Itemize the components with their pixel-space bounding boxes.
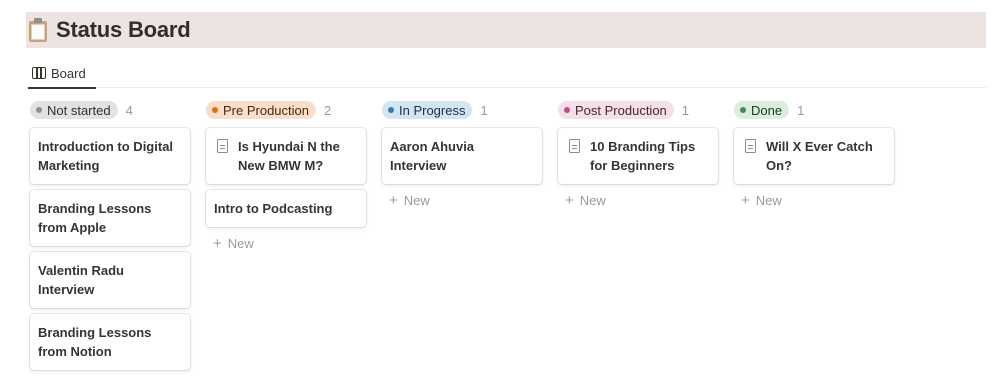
- column-header: Post Production 1: [558, 100, 718, 120]
- add-card-label: New: [579, 192, 606, 208]
- add-card-button[interactable]: + New: [206, 233, 366, 253]
- card-title: Is Hyundai N the New BMW M?: [238, 139, 340, 173]
- column-header: In Progress 1: [382, 100, 542, 120]
- status-dot-icon: [564, 107, 570, 113]
- status-label: In Progress: [399, 102, 466, 118]
- tab-board-label: Board: [51, 65, 86, 81]
- status-badge[interactable]: Done: [734, 101, 790, 119]
- column-count: 4: [125, 102, 133, 118]
- status-badge[interactable]: Post Production: [558, 101, 674, 119]
- page-icon: [745, 139, 756, 153]
- add-card-button[interactable]: + New: [382, 190, 542, 210]
- plus-icon: +: [213, 234, 222, 252]
- status-label: Done: [751, 102, 783, 118]
- plus-icon: +: [565, 191, 574, 209]
- status-badge[interactable]: In Progress: [382, 101, 473, 119]
- board-column: In Progress 1 Aaron Ahuvia Interview + New: [382, 100, 542, 210]
- column-count: 1: [480, 102, 488, 118]
- page-header: Status Board: [26, 12, 986, 48]
- column-count: 2: [324, 102, 332, 118]
- status-dot-icon: [740, 107, 746, 113]
- status-dot-icon: [36, 107, 42, 113]
- page-title[interactable]: Status Board: [56, 17, 191, 43]
- board-card[interactable]: Introduction to Digital Marketing: [30, 128, 190, 184]
- board-column: Done 1 Will X Ever Catch On? + New: [734, 100, 894, 210]
- column-count: 1: [797, 102, 805, 118]
- page-icon: [569, 139, 580, 153]
- card-title: 10 Branding Tips for Beginners: [590, 139, 696, 173]
- board-card[interactable]: 10 Branding Tips for Beginners: [558, 128, 718, 184]
- board-card[interactable]: Aaron Ahuvia Interview: [382, 128, 542, 184]
- card-title: Branding Lessons from Notion: [38, 325, 152, 359]
- card-title: Introduction to Digital Marketing: [38, 139, 174, 173]
- page-icon: [217, 139, 228, 153]
- status-dot-icon: [212, 107, 218, 113]
- status-badge[interactable]: Pre Production: [206, 101, 316, 119]
- status-label: Pre Production: [223, 102, 309, 118]
- board-column: Post Production 1 10 Branding Tips for Beg…: [558, 100, 718, 210]
- status-label: Not started: [47, 102, 111, 118]
- card-title: Intro to Podcasting: [214, 201, 333, 216]
- card-title: Valentin Radu Interview: [38, 263, 124, 297]
- status-label: Post Production: [575, 102, 667, 118]
- add-card-button[interactable]: + New: [558, 190, 718, 210]
- add-card-button[interactable]: + New: [734, 190, 894, 210]
- view-tabs: Board: [26, 58, 986, 89]
- board-column: Not started 4 Introduction to Digital Mark…: [30, 100, 190, 379]
- board-card[interactable]: Valentin Radu Interview: [30, 252, 190, 308]
- add-card-label: New: [227, 235, 254, 251]
- board-card[interactable]: Will X Ever Catch On?: [734, 128, 894, 184]
- board-card[interactable]: Is Hyundai N the New BMW M?: [206, 128, 366, 184]
- card-title: Will X Ever Catch On?: [766, 139, 873, 173]
- status-badge[interactable]: Not started: [30, 101, 118, 119]
- board-column: Pre Production 2 Is Hyundai N the New BMW …: [206, 100, 366, 253]
- plus-icon: +: [741, 191, 750, 209]
- add-card-label: New: [403, 192, 430, 208]
- column-header: Pre Production 2: [206, 100, 366, 120]
- board-card[interactable]: Intro to Podcasting: [206, 190, 366, 227]
- add-card-label: New: [755, 192, 782, 208]
- column-count: 1: [681, 102, 690, 118]
- tab-board[interactable]: Board: [28, 58, 96, 89]
- column-header: Not started 4: [30, 100, 190, 120]
- board-icon: [32, 67, 46, 79]
- card-title: Branding Lessons from Apple: [38, 201, 152, 235]
- clipboard-icon[interactable]: [28, 18, 48, 42]
- board-card[interactable]: Branding Lessons from Notion: [30, 314, 190, 370]
- board-card[interactable]: Branding Lessons from Apple: [30, 190, 190, 246]
- card-title: Aaron Ahuvia Interview: [390, 139, 475, 173]
- plus-icon: +: [389, 191, 398, 209]
- status-dot-icon: [388, 107, 394, 113]
- column-header: Done 1: [734, 100, 894, 120]
